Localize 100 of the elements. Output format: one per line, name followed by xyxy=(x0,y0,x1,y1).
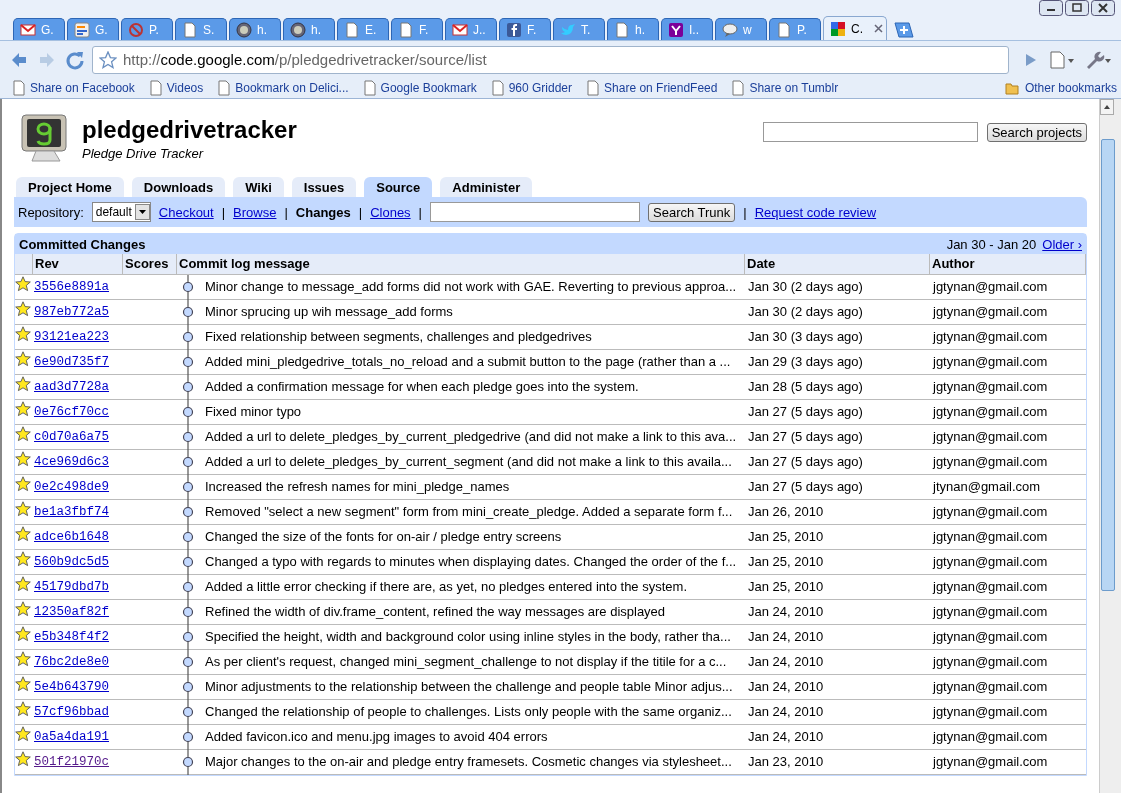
search-projects-button[interactable]: Search projects xyxy=(986,122,1087,142)
date-cell: Jan 27 (5 days ago) xyxy=(745,450,930,475)
bookmark[interactable]: Bookmark on Delici... xyxy=(217,80,349,96)
bookmark[interactable]: Google Bookmark xyxy=(362,80,477,96)
revision-link[interactable]: 3556e8891a xyxy=(34,280,109,294)
revision-link[interactable]: 6e90d735f7 xyxy=(34,355,109,369)
star-icon[interactable] xyxy=(15,376,31,392)
star-icon[interactable] xyxy=(15,426,31,442)
maximize-icon[interactable] xyxy=(1065,0,1089,16)
star-icon[interactable] xyxy=(15,576,31,592)
date-cell: Jan 27 (5 days ago) xyxy=(745,400,930,425)
seal-icon xyxy=(236,21,252,38)
revision-link[interactable]: 76bc2de8e0 xyxy=(34,655,109,669)
commit-message: Removed "select a new segment" form from mini_create_pledge. Added a separate form f... xyxy=(205,503,733,521)
project-tab[interactable]: Issues xyxy=(291,177,357,197)
commit-message: Added a url to delete_pledges_by_current_segment (and did not make a link to this availa... xyxy=(205,453,732,471)
revision-link[interactable]: c0d70a6a75 xyxy=(34,430,109,444)
star-icon[interactable] xyxy=(15,701,31,717)
author-cell: jgtynan@gmail.com xyxy=(930,675,1086,700)
revision-link[interactable]: 12350af82f xyxy=(34,605,109,619)
older-link[interactable]: Older › xyxy=(1042,236,1082,252)
star-icon[interactable] xyxy=(99,50,117,69)
star-icon[interactable] xyxy=(15,551,31,567)
project-tab[interactable]: Wiki xyxy=(233,177,284,197)
nav-link[interactable]: Clones xyxy=(370,204,411,220)
revision-link[interactable]: 987eb772a5 xyxy=(34,305,109,319)
author-cell: jgtynan@gmail.com xyxy=(930,450,1086,475)
bookmark[interactable]: Share on Tumblr xyxy=(731,80,839,96)
date-cell: Jan 30 (3 days ago) xyxy=(745,325,930,350)
date-cell: Jan 25, 2010 xyxy=(745,575,930,600)
star-icon[interactable] xyxy=(15,476,31,492)
revision-link[interactable]: 0e76cf70cc xyxy=(34,405,109,419)
star-icon[interactable] xyxy=(15,601,31,617)
search-field[interactable] xyxy=(430,202,640,222)
star-icon[interactable] xyxy=(15,326,31,342)
revision-link[interactable]: 57cf96bbad xyxy=(34,705,109,719)
close-icon[interactable] xyxy=(874,24,883,33)
column-header[interactable]: Author xyxy=(930,254,1086,275)
star-icon[interactable] xyxy=(15,351,31,367)
star-icon[interactable] xyxy=(15,451,31,467)
repository-dropdown[interactable]: default xyxy=(91,202,151,222)
revision-link[interactable]: 45179dbd7b xyxy=(34,580,109,594)
search-field[interactable] xyxy=(762,122,978,142)
star-icon[interactable] xyxy=(15,651,31,667)
revision-link[interactable]: 5e4b643790 xyxy=(34,680,109,694)
column-header[interactable]: Commit log message xyxy=(177,254,745,275)
revision-link[interactable]: e5b348f4f2 xyxy=(34,630,109,644)
revision-link[interactable]: 93121ea223 xyxy=(34,330,109,344)
revision-link[interactable]: 501f21970c xyxy=(34,755,109,769)
star-icon[interactable] xyxy=(15,676,31,692)
star-icon[interactable] xyxy=(15,276,31,292)
scroll-up-icon[interactable] xyxy=(1100,99,1114,115)
bookmark[interactable]: 960 Gridder xyxy=(490,80,573,96)
search-trunk-button[interactable]: Search Trunk xyxy=(648,202,736,222)
star-icon[interactable] xyxy=(15,401,31,417)
revision-link[interactable]: aad3d7728a xyxy=(34,380,109,394)
project-tab[interactable]: Administer xyxy=(440,177,533,197)
project-name: pledgedrivetracker xyxy=(82,115,297,144)
date-cell: Jan 25, 2010 xyxy=(745,550,930,575)
browser-tab[interactable]: C. xyxy=(823,16,887,40)
seal-icon xyxy=(290,21,306,38)
revision-link[interactable]: adce6b1648 xyxy=(34,530,109,544)
project-tab[interactable]: Project Home xyxy=(16,177,124,197)
revision-link[interactable]: be1a3fbf74 xyxy=(34,505,109,519)
commit-message: Fixed minor typo xyxy=(205,403,302,421)
author-cell: jgtynan@gmail.com xyxy=(930,525,1086,550)
page-menu-icon[interactable] xyxy=(1047,48,1077,71)
star-icon[interactable] xyxy=(15,501,31,517)
star-icon[interactable] xyxy=(15,526,31,542)
date-range: Jan 30 - Jan 20 xyxy=(946,236,1037,252)
star-icon[interactable] xyxy=(15,301,31,317)
date-cell: Jan 30 (2 days ago) xyxy=(745,300,930,325)
nav-link[interactable]: Request code review xyxy=(754,204,877,220)
address-field[interactable]: http://code.google.com/p/pledgedrivetracker/source/list xyxy=(92,45,1009,74)
bookmark[interactable]: Share on FriendFeed xyxy=(586,80,718,96)
bird-icon xyxy=(560,21,576,38)
star-icon[interactable] xyxy=(15,751,31,767)
scrollbar[interactable] xyxy=(1099,99,1121,793)
revision-link[interactable]: 0e2c498de9 xyxy=(34,480,109,494)
column-header[interactable]: Date xyxy=(745,254,930,275)
column-header[interactable]: Rev xyxy=(33,254,123,275)
project-tab[interactable]: Source xyxy=(364,177,433,197)
star-icon[interactable] xyxy=(15,726,31,742)
column-header[interactable]: Scores xyxy=(123,254,177,275)
close-icon[interactable] xyxy=(1091,0,1115,16)
nav-link[interactable]: Browse xyxy=(233,204,277,220)
revision-link[interactable]: 0a5a4da191 xyxy=(34,730,109,744)
bookmark[interactable]: Videos xyxy=(148,80,204,96)
scroll-thumb[interactable] xyxy=(1101,139,1115,591)
bookmark[interactable]: Share on Facebook xyxy=(12,80,135,96)
new-tab-icon[interactable] xyxy=(893,22,915,38)
nav-link[interactable]: Checkout xyxy=(158,204,214,220)
star-icon[interactable] xyxy=(15,626,31,642)
bookmark[interactable]: Other bookmarks xyxy=(1002,80,1117,96)
revision-link[interactable]: 4ce969d6c3 xyxy=(34,455,109,469)
date-cell: Jan 27 (5 days ago) xyxy=(745,475,930,500)
project-tab[interactable]: Downloads xyxy=(131,177,226,197)
minimize-icon[interactable] xyxy=(1039,0,1063,16)
revision-link[interactable]: 560b9dc5d5 xyxy=(34,555,109,569)
commit-message: Minor adjustments to the relationship between the challenge and people table Minor adjus... xyxy=(205,678,733,696)
